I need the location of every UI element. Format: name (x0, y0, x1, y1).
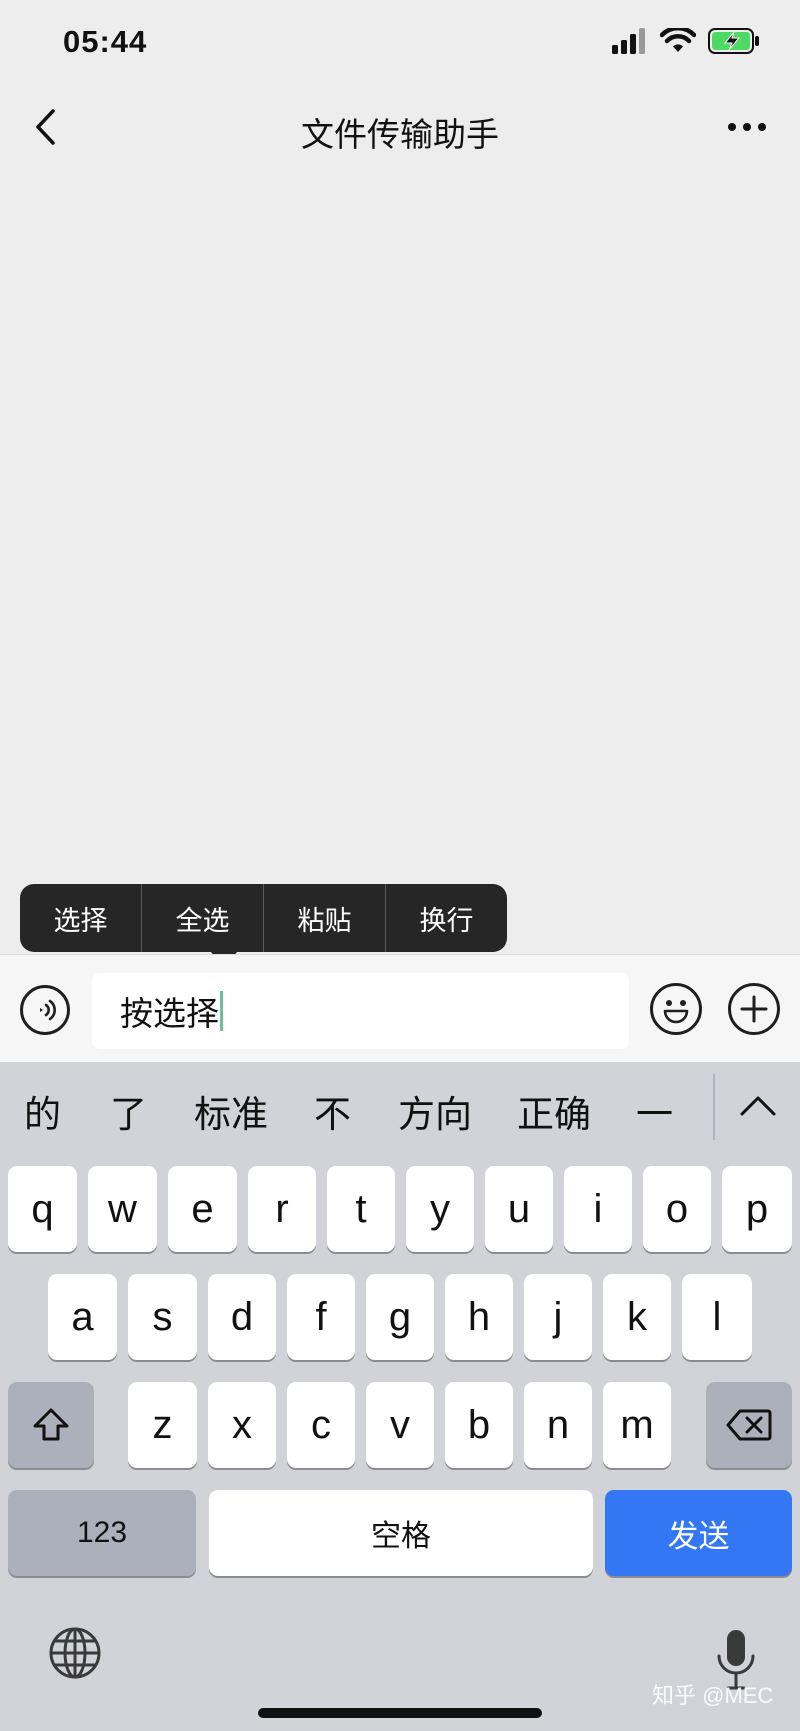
key-letter[interactable]: w (88, 1166, 157, 1252)
key-letter[interactable]: j (524, 1274, 592, 1360)
menu-item-paste[interactable]: 粘贴 (263, 884, 385, 952)
menu-item-newline[interactable]: 换行 (385, 884, 507, 952)
key-letter[interactable]: e (168, 1166, 237, 1252)
key-letter[interactable]: c (287, 1382, 355, 1468)
key-letter[interactable]: a (48, 1274, 117, 1360)
key-letter[interactable]: l (682, 1274, 752, 1360)
message-input-bar: 按选择 (0, 954, 800, 1063)
key-letter[interactable]: u (485, 1166, 553, 1252)
key-letter[interactable]: n (524, 1382, 592, 1468)
candidate-word[interactable]: 了 (110, 1084, 147, 1138)
chat-message-area[interactable] (0, 166, 800, 954)
battery-charging-icon (708, 28, 759, 54)
key-letter[interactable]: x (208, 1382, 276, 1468)
key-letter[interactable]: m (603, 1382, 671, 1468)
watermark: 知乎 @MEC (652, 1683, 774, 1708)
more-functions-button[interactable] (728, 983, 780, 1035)
key-letter[interactable]: h (445, 1274, 513, 1360)
home-indicator[interactable] (258, 1708, 542, 1718)
voice-input-button[interactable] (20, 985, 70, 1035)
key-letter[interactable]: y (406, 1166, 474, 1252)
chat-title: 文件传输助手 (301, 116, 499, 153)
space-key[interactable]: 空格 (209, 1490, 593, 1576)
candidate-word[interactable]: 标准 (194, 1084, 268, 1138)
shift-arrow-icon (33, 1408, 69, 1441)
key-letter[interactable]: s (128, 1274, 197, 1360)
candidate-word[interactable]: 的 (24, 1084, 61, 1138)
emoji-button[interactable] (650, 983, 702, 1035)
numbers-key[interactable]: 123 (8, 1490, 196, 1576)
status-icons (612, 28, 760, 54)
backspace-key[interactable] (706, 1382, 792, 1468)
key-letter[interactable]: k (603, 1274, 671, 1360)
candidate-word[interactable]: 不 (314, 1084, 351, 1138)
key-letter[interactable]: b (445, 1382, 513, 1468)
status-time: 05:44 (63, 24, 148, 59)
message-text-field[interactable]: 按选择 (92, 973, 629, 1049)
key-letter[interactable]: q (8, 1166, 77, 1252)
key-letter[interactable]: z (128, 1382, 197, 1468)
candidate-bar: 的 了 标准 不 方向 正确 一 (0, 1062, 800, 1162)
voice-wave-icon (40, 999, 56, 1021)
globe-icon[interactable] (48, 1626, 102, 1680)
more-dots-icon (728, 123, 766, 131)
key-letter[interactable]: f (287, 1274, 355, 1360)
key-letter[interactable]: i (564, 1166, 632, 1252)
wifi-icon (660, 28, 696, 52)
menu-item-select-all[interactable]: 全选 (141, 884, 263, 952)
menu-item-select[interactable]: 选择 (20, 884, 141, 952)
key-letter[interactable]: p (722, 1166, 792, 1252)
key-letter[interactable]: t (327, 1166, 395, 1252)
text-caret (220, 991, 223, 1031)
key-letter[interactable]: o (643, 1166, 711, 1252)
edit-context-menu: 选择 全选 粘贴 换行 (20, 884, 507, 952)
status-bar: 05:44 (0, 0, 800, 90)
message-text: 按选择 (120, 995, 219, 1032)
key-letter[interactable]: g (366, 1274, 434, 1360)
key-letter[interactable]: d (208, 1274, 276, 1360)
nav-bar: 文件传输助手 (0, 90, 800, 166)
key-letter[interactable]: v (366, 1382, 434, 1468)
more-options-button[interactable] (722, 104, 772, 150)
backspace-icon (726, 1409, 772, 1441)
candidate-word[interactable]: 一 (636, 1084, 673, 1138)
candidate-word[interactable]: 方向 (398, 1084, 472, 1138)
candidate-word[interactable]: 正确 (517, 1084, 591, 1138)
candidate-divider (713, 1074, 715, 1140)
send-key[interactable]: 发送 (605, 1490, 792, 1576)
plus-icon (740, 995, 768, 1023)
cellular-signal-icon (612, 28, 645, 54)
smiley-icon (663, 1000, 689, 1024)
chevron-up-icon[interactable] (736, 1084, 780, 1128)
key-letter[interactable]: r (248, 1166, 316, 1252)
shift-key[interactable] (8, 1382, 94, 1468)
